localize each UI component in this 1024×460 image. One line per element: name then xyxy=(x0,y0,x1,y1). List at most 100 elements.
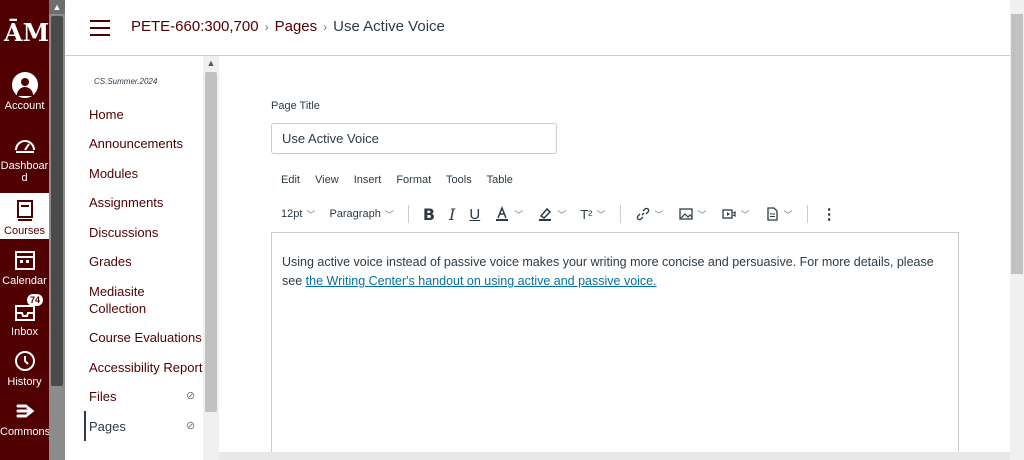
course-nav-announcements[interactable]: Announcements xyxy=(89,135,203,152)
chevron-down-icon: ﹀ xyxy=(740,209,750,220)
avatar-icon xyxy=(11,72,38,98)
text-color-button[interactable]: ﹀ xyxy=(494,206,523,222)
toolbar-divider xyxy=(806,205,808,223)
underline-icon[interactable]: U xyxy=(469,206,480,223)
breadcrumb-current: Use Active Voice xyxy=(333,18,445,35)
editor-menubar: Edit View Insert Format Tools Table xyxy=(281,174,525,186)
course-nav-discussions[interactable]: Discussions xyxy=(89,224,203,241)
nav-commons[interactable]: Commons xyxy=(0,398,51,438)
scrollbar-thumb[interactable] xyxy=(51,16,63,386)
superscript-icon: T² xyxy=(580,206,593,222)
eye-off-icon[interactable]: ⊘ xyxy=(186,389,195,402)
writing-center-link[interactable]: the Writing Center's handout on using ac… xyxy=(306,274,657,288)
chevron-right-icon: › xyxy=(264,20,269,34)
nav-courses[interactable]: Courses xyxy=(0,193,49,239)
nav-calendar-label: Calendar xyxy=(2,275,47,287)
nav-dashboard[interactable]: Dashboard xyxy=(0,132,49,184)
italic-icon[interactable]: I xyxy=(449,205,455,224)
block-format-value: Paragraph xyxy=(329,208,381,220)
nav-calendar[interactable]: Calendar xyxy=(0,247,49,287)
toolbar-divider xyxy=(407,205,409,223)
media-button[interactable]: ﹀ xyxy=(721,206,750,222)
bold-icon[interactable]: B xyxy=(423,205,435,224)
course-nav-evaluations[interactable]: Course Evaluations xyxy=(89,329,203,346)
nav-courses-label: Courses xyxy=(4,225,45,237)
breadcrumb-course[interactable]: PETE-660:300,700 xyxy=(131,18,259,35)
global-nav: ĀM Account Dashboard Courses Calendar 74… xyxy=(0,0,51,460)
menu-view[interactable]: View xyxy=(315,174,339,186)
course-nav: CS.Summer.2024 Home Announcements Module… xyxy=(65,56,203,460)
university-logo[interactable]: ĀM xyxy=(4,18,49,48)
course-nav-assignments[interactable]: Assignments xyxy=(89,194,203,211)
nav-inbox[interactable]: 74 Inbox xyxy=(0,294,49,338)
scrollbar-thumb[interactable] xyxy=(205,72,217,412)
page-title-label: Page Title xyxy=(271,100,320,112)
chevron-right-icon: › xyxy=(323,20,328,34)
course-nav-scrollbar[interactable]: ▲ xyxy=(203,56,219,460)
hamburger-menu-icon[interactable] xyxy=(90,20,110,36)
chevron-down-icon: ﹀ xyxy=(557,209,567,220)
menu-tools[interactable]: Tools xyxy=(446,174,472,186)
clock-icon xyxy=(14,351,35,371)
page-editor: Page Title Edit View Insert Format Tools… xyxy=(219,56,1010,460)
chevron-up-icon[interactable]: ▲ xyxy=(203,56,219,70)
menu-format[interactable]: Format xyxy=(396,174,431,186)
page-header: PETE-660:300,700 › Pages › Use Active Voice xyxy=(65,0,1010,56)
course-nav-home[interactable]: Home xyxy=(89,106,203,123)
menu-table[interactable]: Table xyxy=(487,174,513,186)
dashboard-icon xyxy=(14,140,35,153)
more-options-icon[interactable]: ⋮ xyxy=(822,205,837,223)
highlighter-icon xyxy=(539,207,552,221)
chevron-down-icon: ﹀ xyxy=(783,209,793,220)
image-icon xyxy=(678,208,693,220)
global-nav-scrollbar[interactable]: ▲ xyxy=(49,0,65,460)
media-icon xyxy=(721,209,736,219)
font-size-value: 12pt xyxy=(281,208,303,220)
book-icon xyxy=(16,200,33,221)
toolbar-divider xyxy=(619,205,621,223)
menu-insert[interactable]: Insert xyxy=(354,174,382,186)
block-format-select[interactable]: Paragraph ﹀ xyxy=(329,208,393,221)
nav-account[interactable]: Account xyxy=(0,72,49,112)
horizontal-scrollbar[interactable] xyxy=(219,452,1010,460)
commons-icon xyxy=(16,404,34,418)
chevron-up-icon[interactable]: ▲ xyxy=(49,0,65,14)
breadcrumb-pages[interactable]: Pages xyxy=(275,18,318,35)
document-icon xyxy=(766,207,778,221)
chevron-down-icon: ﹀ xyxy=(654,209,664,220)
app: ĀM Account Dashboard Courses Calendar 74… xyxy=(0,0,1024,460)
nav-dashboard-label: Dashboard xyxy=(0,160,49,184)
menu-edit[interactable]: Edit xyxy=(281,174,300,186)
active-indicator xyxy=(84,411,86,441)
chevron-down-icon: ﹀ xyxy=(514,209,524,220)
eye-off-icon[interactable]: ⊘ xyxy=(186,419,195,432)
font-size-select[interactable]: 12pt ﹀ xyxy=(281,208,315,221)
calendar-icon xyxy=(14,251,35,270)
course-nav-mediasite[interactable]: Mediasite Collection xyxy=(89,283,169,317)
editor-paragraph: Using active voice instead of passive vo… xyxy=(282,253,942,291)
scrollbar-thumb[interactable] xyxy=(1011,14,1023,274)
nav-commons-label: Commons xyxy=(0,426,51,438)
chevron-down-icon: ﹀ xyxy=(596,209,606,220)
page-title-input[interactable] xyxy=(271,123,557,154)
inbox-badge: 74 xyxy=(26,294,43,306)
link-icon xyxy=(636,207,649,221)
course-term: CS.Summer.2024 xyxy=(94,77,158,86)
course-nav-grades[interactable]: Grades xyxy=(89,253,203,270)
page-scrollbar[interactable] xyxy=(1010,0,1024,460)
nav-history-label: History xyxy=(7,376,42,388)
chevron-down-icon: ﹀ xyxy=(306,209,316,220)
chevron-down-icon: ﹀ xyxy=(384,209,394,220)
link-button[interactable]: ﹀ xyxy=(635,206,664,222)
highlight-color-button[interactable]: ﹀ xyxy=(537,206,566,222)
rich-content-editor[interactable]: Using active voice instead of passive vo… xyxy=(271,232,959,460)
chevron-down-icon: ﹀ xyxy=(697,209,707,220)
image-button[interactable]: ﹀ xyxy=(678,206,707,222)
course-nav-modules[interactable]: Modules xyxy=(89,165,203,182)
nav-history[interactable]: History xyxy=(0,348,49,388)
superscript-button[interactable]: T² ﹀ xyxy=(580,207,605,222)
course-nav-accessibility[interactable]: Accessibility Report xyxy=(89,359,203,376)
editor-toolbar: 12pt ﹀ Paragraph ﹀ B I U ﹀ ﹀ T² ﹀ ﹀ ﹀ ﹀ … xyxy=(281,204,851,224)
document-button[interactable]: ﹀ xyxy=(764,206,793,222)
breadcrumb: PETE-660:300,700 › Pages › Use Active Voice xyxy=(131,18,445,35)
